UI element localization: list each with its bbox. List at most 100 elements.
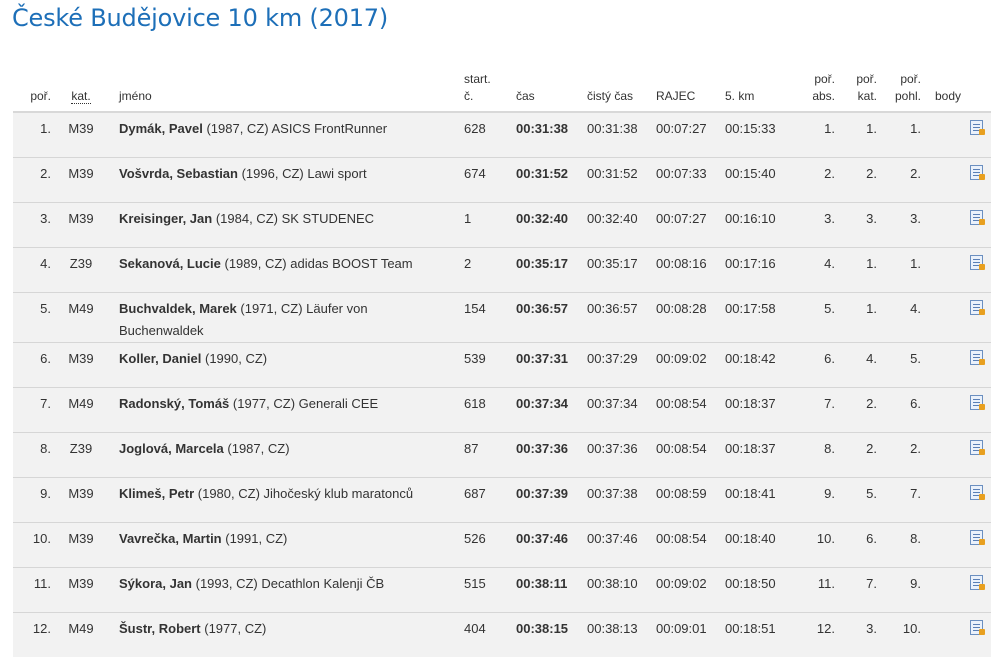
runner-name[interactable]: Kreisinger, Jan (119, 211, 212, 226)
certificate-pdf-icon[interactable] (969, 484, 985, 500)
runner-name[interactable]: Sýkora, Jan (119, 576, 192, 591)
runner-info: (1977, CZ) Generali CEE (229, 395, 379, 411)
header-por-pohl[interactable]: poř. pohl. (877, 62, 921, 113)
cell-por-kat: 6. (835, 521, 877, 567)
cell-start: 87 (464, 431, 516, 477)
cell-start: 526 (464, 521, 516, 567)
header-cas[interactable]: čas (516, 62, 587, 113)
runner-name[interactable]: Koller, Daniel (119, 351, 201, 366)
header-jmeno[interactable]: jméno (111, 62, 464, 113)
certificate-pdf-icon[interactable] (969, 254, 985, 270)
cell-por-abs: 11. (795, 566, 835, 612)
results-table: poř. kat. jméno start. č. čas čistý čas R… (13, 62, 991, 657)
cell-cisty-cas: 00:32:40 (587, 201, 656, 247)
cell-cas: 00:36:57 (516, 291, 587, 342)
cell-rajec: 00:07:27 (656, 201, 725, 247)
header-start[interactable]: start. č. (464, 62, 516, 113)
header-cisty-cas[interactable]: čistý čas (587, 62, 656, 113)
runner-name[interactable]: Dymák, Pavel (119, 121, 203, 136)
cell-cas: 00:32:40 (516, 201, 587, 247)
cell-cas: 00:37:34 (516, 386, 587, 432)
table-header-row: poř. kat. jméno start. č. čas čistý čas R… (13, 62, 991, 113)
cell-por-pohl: 5. (877, 341, 921, 387)
cell-por-kat: 2. (835, 386, 877, 432)
certificate-pdf-icon[interactable] (969, 209, 985, 225)
runner-info: (1987, CZ) ASICS FrontRunner (202, 121, 388, 136)
cell-por-abs: 8. (795, 431, 835, 477)
cell-cas: 00:37:36 (516, 431, 587, 477)
certificate-pdf-icon[interactable] (969, 529, 985, 545)
cell-por-pohl: 6. (877, 386, 921, 432)
cell-body (921, 386, 961, 432)
cell-por-abs: 7. (795, 386, 835, 432)
cell-body (921, 341, 961, 387)
cell-body (921, 566, 961, 612)
cell-cas: 00:37:46 (516, 521, 587, 567)
header-por-abs[interactable]: poř. abs. (795, 62, 835, 113)
cell-cisty-cas: 00:37:38 (587, 476, 656, 522)
results-page: České Budějovice 10 km (2017) poř. kat. … (0, 0, 1006, 657)
cell-kat: Z39 (51, 431, 111, 477)
header-5km[interactable]: 5. km (725, 62, 795, 113)
cell-rajec: 00:09:02 (656, 566, 725, 612)
cell-icon (961, 611, 991, 657)
cell-5km: 00:18:51 (725, 611, 795, 657)
cell-5km: 00:17:58 (725, 291, 795, 342)
cell-cas: 00:37:39 (516, 476, 587, 522)
cell-icon (961, 156, 991, 202)
runner-name[interactable]: Buchvaldek, Marek (119, 301, 237, 316)
cell-por-pohl: 2. (877, 431, 921, 477)
runner-name[interactable]: Sekanová, Lucie (119, 256, 221, 271)
cell-cas: 00:38:15 (516, 611, 587, 657)
runner-name[interactable]: Joglová, Marcela (119, 441, 224, 456)
cell-body (921, 431, 961, 477)
cell-name: Dymák, Pavel (1987, CZ) ASICS FrontRunne… (111, 112, 464, 157)
cell-5km: 00:18:41 (725, 476, 795, 522)
runner-name[interactable]: Šustr, Robert (119, 621, 201, 636)
runner-name[interactable]: Klimeš, Petr (119, 486, 194, 501)
cell-kat: M39 (51, 341, 111, 387)
header-kat[interactable]: kat. (51, 62, 111, 113)
cell-por: 9. (13, 476, 51, 522)
runner-name[interactable]: Vošvrda, Sebastian (119, 166, 238, 181)
certificate-pdf-icon[interactable] (969, 619, 985, 635)
table-row: 2. M39 Vošvrda, Sebastian (1996, CZ) Lawi … (13, 156, 991, 202)
cell-start: 404 (464, 611, 516, 657)
cell-icon (961, 431, 991, 477)
certificate-pdf-icon[interactable] (969, 299, 985, 315)
cell-icon (961, 246, 991, 292)
table-row: 7. M49 Radonský, Tomáš (1977, CZ) Generali… (13, 386, 991, 432)
cell-rajec: 00:07:33 (656, 156, 725, 202)
cell-kat: M39 (68, 121, 94, 136)
cell-por: 11. (13, 566, 51, 612)
cell-cisty-cas: 00:37:46 (587, 521, 656, 567)
header-por[interactable]: poř. (13, 62, 51, 113)
certificate-pdf-icon[interactable] (969, 120, 985, 135)
cell-cisty-cas: 00:37:36 (587, 431, 656, 477)
header-body[interactable]: body (921, 62, 961, 113)
header-rajec[interactable]: RAJEC (656, 62, 725, 113)
cell-start: 628 (464, 121, 486, 136)
cell-body (921, 246, 961, 292)
cell-kat: M39 (51, 476, 111, 522)
cell-name: Šustr, Robert (1977, CZ) (111, 611, 464, 657)
cell-5km: 00:17:16 (725, 246, 795, 292)
certificate-pdf-icon[interactable] (969, 349, 985, 365)
cell-rajec: 00:09:01 (656, 611, 725, 657)
cell-rajec: 00:08:59 (656, 476, 725, 522)
cell-por-abs: 1. (824, 121, 835, 136)
runner-name[interactable]: Radonský, Tomáš (119, 396, 229, 411)
certificate-pdf-icon[interactable] (969, 394, 985, 410)
cell-start: 1 (464, 201, 516, 247)
cell-body (921, 476, 961, 522)
certificate-pdf-icon[interactable] (969, 164, 985, 180)
certificate-pdf-icon[interactable] (969, 439, 985, 455)
runner-info: (1984, CZ) SK STUDENEC (212, 210, 375, 226)
cell-kat: M39 (51, 521, 111, 567)
runner-name[interactable]: Vavrečka, Martin (119, 531, 222, 546)
header-por-kat[interactable]: poř. kat. (835, 62, 877, 113)
certificate-pdf-icon[interactable] (969, 574, 985, 590)
cell-kat: M49 (51, 386, 111, 432)
page-title: České Budějovice 10 km (2017) (12, 4, 389, 32)
table-row: 3. M39 Kreisinger, Jan (1984, CZ) SK STUDE… (13, 201, 991, 247)
